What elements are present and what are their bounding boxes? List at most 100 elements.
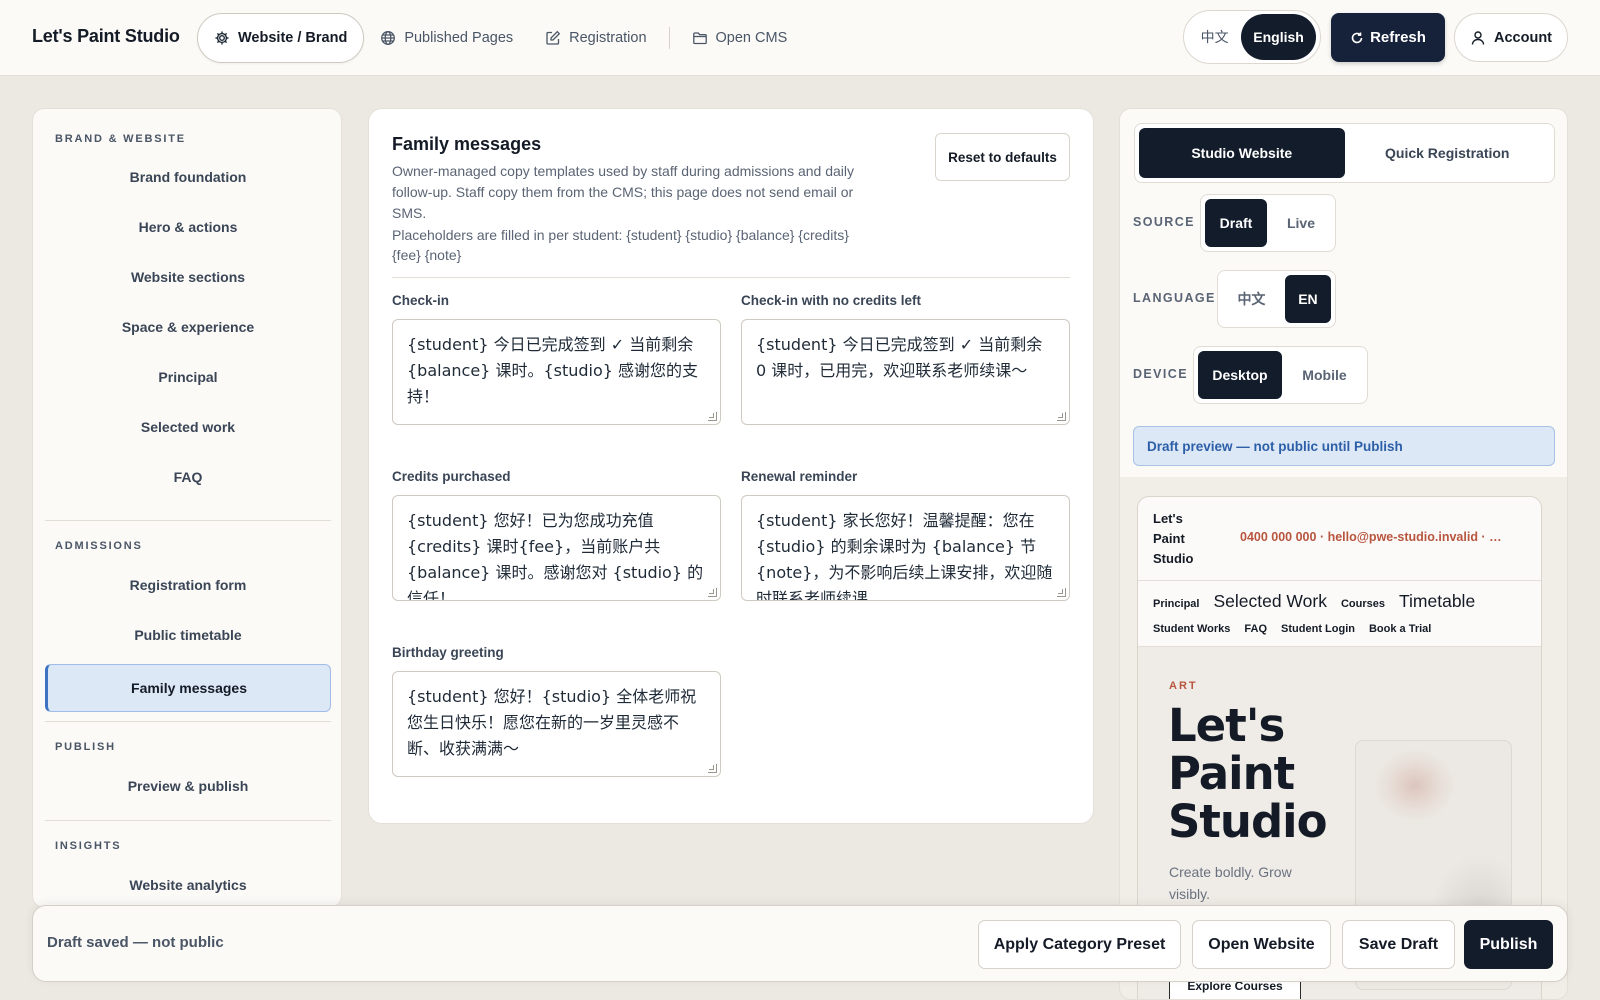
sidebar-section-insights: INSIGHTS: [55, 840, 122, 852]
site-nav-selected-work[interactable]: Selected Work: [1213, 591, 1326, 612]
check-in-no-credits-textarea[interactable]: {student} 今日已完成签到 ✓ 当前剩余 0 课时，已用完，欢迎联系老师…: [741, 319, 1070, 425]
user-icon: [1471, 30, 1485, 45]
family-messages-card: Family messages Owner-managed copy templ…: [368, 108, 1094, 824]
site-nav-row: Principal Selected Work Courses Timetabl…: [1153, 591, 1475, 612]
site-nav-book-trial[interactable]: Book a Trial: [1369, 623, 1431, 635]
top-bar: Let's Paint Studio Website / Brand Publi…: [0, 0, 1600, 76]
sidebar-item-registration-form[interactable]: Registration form: [45, 561, 331, 609]
lang-option-zh[interactable]: 中文: [1188, 14, 1241, 60]
refresh-label: Refresh: [1370, 29, 1426, 46]
nav-divider: [668, 27, 670, 49]
nav-registration-label: Registration: [569, 30, 647, 46]
refresh-icon: [1351, 32, 1363, 43]
site-nav-faq[interactable]: FAQ: [1244, 623, 1267, 635]
app-title: Let's Paint Studio: [32, 26, 180, 46]
sidebar-item-family-messages[interactable]: Family messages: [45, 664, 331, 712]
site-nav-row: Student Works FAQ Student Login Book a T…: [1153, 623, 1431, 635]
nav-website-brand[interactable]: Website / Brand: [197, 13, 365, 63]
preview-lang-option-zh[interactable]: 中文: [1222, 275, 1281, 323]
renewal-reminder-textarea[interactable]: {student} 家长您好！温馨提醒：您在 {studio} 的剩余课时为 {…: [741, 495, 1070, 601]
sidebar-item-brand-foundation[interactable]: Brand foundation: [45, 153, 331, 201]
renewal-reminder-label: Renewal reminder: [741, 469, 858, 484]
site-nav-principal[interactable]: Principal: [1153, 598, 1199, 610]
reset-to-defaults-button[interactable]: Reset to defaults: [935, 133, 1070, 181]
main-nav: Website / Brand Published Pages Registra…: [197, 13, 803, 63]
credits-purchased-textarea[interactable]: {student} 您好！已为您成功充值 {credits} 课时{fee}，当…: [392, 495, 721, 601]
section-divider: [392, 277, 1070, 278]
lang-option-en[interactable]: English: [1241, 14, 1316, 60]
draft-preview-banner: Draft preview — not public until Publish: [1133, 426, 1555, 466]
language-toggle: 中文 English: [1183, 10, 1321, 64]
sidebar-section-publish: PUBLISH: [55, 741, 116, 753]
preview-tabs: Studio Website Quick Registration: [1134, 123, 1555, 183]
sidebar-item-principal[interactable]: Principal: [45, 353, 331, 401]
sidebar-item-hero-actions[interactable]: Hero & actions: [45, 203, 331, 251]
site-logo[interactable]: Let's Paint Studio: [1153, 509, 1213, 569]
site-contact: 0400 000 000 · hello@pwe-studio.invalid …: [1240, 530, 1502, 544]
device-toggle: Desktop Mobile: [1193, 346, 1368, 404]
credits-purchased-value: {student} 您好！已为您成功充值 {credits} 课时{fee}，当…: [407, 511, 704, 601]
birthday-greeting-textarea[interactable]: {student} 您好！{studio} 全体老师祝您生日快乐！愿您在新的一岁…: [392, 671, 721, 777]
device-option-desktop[interactable]: Desktop: [1198, 351, 1282, 399]
page-description: Owner-managed copy templates used by sta…: [392, 163, 854, 221]
resize-handle-icon[interactable]: [708, 764, 717, 773]
device-option-mobile[interactable]: Mobile: [1286, 351, 1363, 399]
account-button[interactable]: Account: [1454, 13, 1568, 62]
sidebar-item-faq[interactable]: FAQ: [45, 453, 331, 501]
sidebar-item-website-analytics[interactable]: Website analytics: [45, 861, 331, 907]
sidebar-divider: [45, 520, 331, 521]
nav-published-pages-label: Published Pages: [404, 30, 514, 46]
sidebar-item-space-experience[interactable]: Space & experience: [45, 303, 331, 351]
nav-open-cms-label: Open CMS: [715, 30, 788, 46]
source-option-draft[interactable]: Draft: [1205, 199, 1267, 247]
folder-icon: [692, 32, 707, 45]
publish-button[interactable]: Publish: [1464, 920, 1553, 969]
tab-studio-website[interactable]: Studio Website: [1139, 128, 1345, 178]
nav-published-pages[interactable]: Published Pages: [364, 13, 529, 63]
birthday-greeting-value: {student} 您好！{studio} 全体老师祝您生日快乐！愿您在新的一岁…: [407, 687, 697, 758]
resize-handle-icon[interactable]: [1057, 588, 1066, 597]
check-in-no-credits-label: Check-in with no credits left: [741, 293, 922, 308]
birthday-greeting-label: Birthday greeting: [392, 645, 504, 660]
resize-handle-icon[interactable]: [708, 412, 717, 421]
check-in-textarea[interactable]: {student} 今日已完成签到 ✓ 当前剩余 {balance} 课时。{s…: [392, 319, 721, 425]
source-label: SOURCE: [1133, 215, 1195, 229]
account-label: Account: [1494, 29, 1552, 46]
hero-kicker: ART: [1169, 680, 1198, 692]
sidebar-item-public-timetable[interactable]: Public timetable: [45, 611, 331, 659]
resize-handle-icon[interactable]: [1057, 412, 1066, 421]
refresh-button[interactable]: Refresh: [1331, 13, 1445, 62]
renewal-reminder-value: {student} 家长您好！温馨提醒：您在 {studio} 的剩余课时为 {…: [756, 511, 1053, 601]
check-in-value: {student} 今日已完成签到 ✓ 当前剩余 {balance} 课时。{s…: [407, 335, 699, 406]
save-draft-button[interactable]: Save Draft: [1342, 920, 1455, 969]
source-option-live[interactable]: Live: [1271, 199, 1331, 247]
site-nav-student-login[interactable]: Student Login: [1281, 623, 1355, 635]
open-website-button[interactable]: Open Website: [1192, 920, 1331, 969]
sidebar-item-website-sections[interactable]: Website sections: [45, 253, 331, 301]
site-nav-student-works[interactable]: Student Works: [1153, 623, 1230, 635]
site-header: Let's Paint Studio 0400 000 000 · hello@…: [1138, 497, 1541, 581]
site-nav-timetable[interactable]: Timetable: [1399, 591, 1475, 612]
placeholders-note: Placeholders are filled in per student: …: [392, 227, 849, 263]
preview-controls: Studio Website Quick Registration SOURCE…: [1120, 109, 1567, 477]
site-nav-courses[interactable]: Courses: [1341, 598, 1385, 610]
gear-icon: [215, 31, 229, 45]
apply-category-preset-button[interactable]: Apply Category Preset: [978, 920, 1181, 969]
sidebar-section-admissions: ADMISSIONS: [55, 540, 143, 552]
tab-quick-registration[interactable]: Quick Registration: [1345, 128, 1551, 178]
preview-lang-option-en[interactable]: EN: [1284, 275, 1331, 323]
sidebar-item-selected-work[interactable]: Selected work: [45, 403, 331, 451]
site-nav: Principal Selected Work Courses Timetabl…: [1138, 581, 1541, 647]
nav-registration[interactable]: Registration: [529, 13, 662, 63]
resize-handle-icon[interactable]: [708, 588, 717, 597]
check-in-no-credits-value: {student} 今日已完成签到 ✓ 当前剩余 0 课时，已用完，欢迎联系老师…: [756, 335, 1043, 380]
sidebar-divider: [45, 820, 331, 821]
sidebar-item-preview-publish[interactable]: Preview & publish: [45, 762, 331, 810]
hero-title: Let's Paint Studio: [1168, 699, 1328, 848]
page-title: Family messages: [392, 134, 542, 154]
sidebar-divider: [45, 721, 331, 722]
credits-purchased-label: Credits purchased: [392, 469, 511, 484]
nav-website-brand-label: Website / Brand: [238, 30, 348, 46]
source-toggle: Draft Live: [1200, 194, 1336, 252]
nav-open-cms[interactable]: Open CMS: [676, 13, 804, 63]
